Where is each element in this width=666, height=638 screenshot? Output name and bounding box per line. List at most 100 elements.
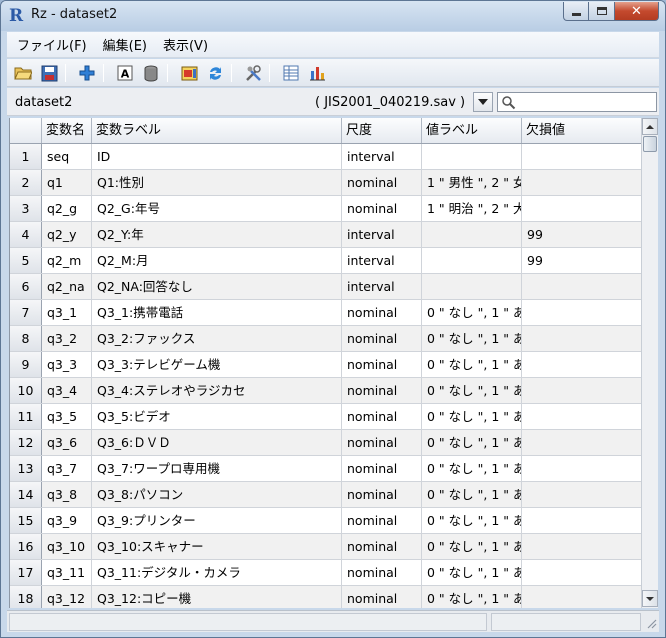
- cell-variable-name[interactable]: q3_11: [42, 560, 92, 585]
- cell-missing-values[interactable]: [522, 482, 641, 507]
- row-number[interactable]: 9: [10, 352, 42, 377]
- table-row[interactable]: 14 q3_8 Q3_8:パソコン nominal 0 " なし ", 1 " あ: [10, 482, 641, 508]
- cell-variable-label[interactable]: Q3_6:ＤＶＤ: [92, 430, 342, 455]
- cell-missing-values[interactable]: 99: [522, 248, 641, 273]
- cell-variable-name[interactable]: q3_9: [42, 508, 92, 533]
- cell-variable-label[interactable]: Q3_8:パソコン: [92, 482, 342, 507]
- cell-scale[interactable]: nominal: [342, 170, 422, 195]
- cell-missing-values[interactable]: [522, 534, 641, 559]
- cell-variable-label[interactable]: Q2_G:年号: [92, 196, 342, 221]
- cell-missing-values[interactable]: [522, 300, 641, 325]
- cell-value-labels[interactable]: 1 " 明治 ", 2 " 大: [422, 196, 522, 221]
- cell-missing-values[interactable]: [522, 456, 641, 481]
- cell-variable-label[interactable]: Q3_12:コピー機: [92, 586, 342, 608]
- cell-scale[interactable]: nominal: [342, 378, 422, 403]
- row-number[interactable]: 3: [10, 196, 42, 221]
- cell-missing-values[interactable]: [522, 326, 641, 351]
- vertical-scrollbar[interactable]: [641, 118, 658, 608]
- menu-file[interactable]: ファイル(F): [11, 35, 93, 54]
- cell-missing-values[interactable]: [522, 560, 641, 585]
- cell-scale[interactable]: nominal: [342, 560, 422, 585]
- column-header-missing[interactable]: 欠損値: [522, 118, 641, 143]
- row-number[interactable]: 6: [10, 274, 42, 299]
- cell-scale[interactable]: nominal: [342, 586, 422, 608]
- cell-missing-values[interactable]: [522, 274, 641, 299]
- cell-value-labels[interactable]: [422, 274, 522, 299]
- cell-variable-name[interactable]: q3_10: [42, 534, 92, 559]
- cell-variable-label[interactable]: Q3_10:スキャナー: [92, 534, 342, 559]
- cell-variable-label[interactable]: Q3_11:デジタル・カメラ: [92, 560, 342, 585]
- table-row[interactable]: 3 q2_g Q2_G:年号 nominal 1 " 明治 ", 2 " 大: [10, 196, 641, 222]
- cell-variable-label[interactable]: Q3_2:ファックス: [92, 326, 342, 351]
- cell-scale[interactable]: nominal: [342, 456, 422, 481]
- cell-scale[interactable]: nominal: [342, 196, 422, 221]
- close-button[interactable]: ✕: [615, 2, 659, 21]
- cell-variable-name[interactable]: q2_na: [42, 274, 92, 299]
- cell-missing-values[interactable]: [522, 586, 641, 608]
- row-number[interactable]: 15: [10, 508, 42, 533]
- table-row[interactable]: 16 q3_10 Q3_10:スキャナー nominal 0 " なし ", 1 " あ: [10, 534, 641, 560]
- cell-variable-label[interactable]: Q3_4:ステレオやラジカセ: [92, 378, 342, 403]
- cell-variable-name[interactable]: q3_4: [42, 378, 92, 403]
- table-row[interactable]: 15 q3_9 Q3_9:プリンター nominal 0 " なし ", 1 " あ: [10, 508, 641, 534]
- cell-value-labels[interactable]: 0 " なし ", 1 " あ: [422, 430, 522, 455]
- cell-scale[interactable]: nominal: [342, 430, 422, 455]
- cell-variable-label[interactable]: ID: [92, 144, 342, 169]
- cell-variable-label[interactable]: Q3_9:プリンター: [92, 508, 342, 533]
- table-row[interactable]: 6 q2_na Q2_NA:回答なし interval: [10, 274, 641, 300]
- menu-view[interactable]: 表示(V): [157, 35, 214, 54]
- cell-missing-values[interactable]: [522, 430, 641, 455]
- column-header-values[interactable]: 値ラベル: [422, 118, 522, 143]
- cell-value-labels[interactable]: [422, 144, 522, 169]
- cell-scale[interactable]: nominal: [342, 326, 422, 351]
- cell-variable-label[interactable]: Q2_Y:年: [92, 222, 342, 247]
- row-number[interactable]: 4: [10, 222, 42, 247]
- cell-variable-name[interactable]: q3_5: [42, 404, 92, 429]
- cell-variable-name[interactable]: q2_g: [42, 196, 92, 221]
- row-number[interactable]: 16: [10, 534, 42, 559]
- cell-variable-label[interactable]: Q3_1:携帯電話: [92, 300, 342, 325]
- table-row[interactable]: 5 q2_m Q2_M:月 interval 99: [10, 248, 641, 274]
- cell-variable-name[interactable]: q2_m: [42, 248, 92, 273]
- table-row[interactable]: 18 q3_12 Q3_12:コピー機 nominal 0 " なし ", 1 " あ: [10, 586, 641, 608]
- cell-variable-name[interactable]: q3_6: [42, 430, 92, 455]
- cell-value-labels[interactable]: 0 " なし ", 1 " あ: [422, 508, 522, 533]
- row-number[interactable]: 17: [10, 560, 42, 585]
- cell-variable-label[interactable]: Q3_7:ワープロ専用機: [92, 456, 342, 481]
- cell-value-labels[interactable]: 0 " なし ", 1 " あ: [422, 404, 522, 429]
- table-row[interactable]: 17 q3_11 Q3_11:デジタル・カメラ nominal 0 " なし ", 1 …: [10, 560, 641, 586]
- title-bar[interactable]: R Rz - dataset2 ✕: [1, 1, 665, 31]
- cell-value-labels[interactable]: 0 " なし ", 1 " あ: [422, 378, 522, 403]
- cell-missing-values[interactable]: [522, 404, 641, 429]
- row-number[interactable]: 1: [10, 144, 42, 169]
- search-input[interactable]: [518, 93, 654, 111]
- cell-variable-label[interactable]: Q2_M:月: [92, 248, 342, 273]
- table-row[interactable]: 8 q3_2 Q3_2:ファックス nominal 0 " なし ", 1 " あ: [10, 326, 641, 352]
- dataset-dropdown-button[interactable]: [473, 92, 493, 112]
- cell-variable-name[interactable]: q3_8: [42, 482, 92, 507]
- cell-value-labels[interactable]: 0 " なし ", 1 " あ: [422, 326, 522, 351]
- tools-icon[interactable]: [243, 63, 263, 83]
- cell-value-labels[interactable]: [422, 222, 522, 247]
- cell-value-labels[interactable]: 0 " なし ", 1 " あ: [422, 482, 522, 507]
- scroll-down-button[interactable]: [642, 590, 658, 607]
- column-header-label[interactable]: 変数ラベル: [92, 118, 342, 143]
- cell-value-labels[interactable]: 1 " 男性 ", 2 " 女: [422, 170, 522, 195]
- row-number[interactable]: 18: [10, 586, 42, 608]
- import-icon[interactable]: [179, 63, 199, 83]
- cell-value-labels[interactable]: 0 " なし ", 1 " あ: [422, 560, 522, 585]
- table-row[interactable]: 4 q2_y Q2_Y:年 interval 99: [10, 222, 641, 248]
- cell-value-labels[interactable]: [422, 248, 522, 273]
- text-label-icon[interactable]: A: [115, 63, 135, 83]
- cell-variable-label[interactable]: Q1:性別: [92, 170, 342, 195]
- cell-scale[interactable]: nominal: [342, 508, 422, 533]
- cell-scale[interactable]: interval: [342, 222, 422, 247]
- column-header-scale[interactable]: 尺度: [342, 118, 422, 143]
- cell-variable-label[interactable]: Q3_3:テレビゲーム機: [92, 352, 342, 377]
- cell-variable-name[interactable]: q3_1: [42, 300, 92, 325]
- scroll-thumb[interactable]: [643, 136, 657, 152]
- open-folder-icon[interactable]: [13, 63, 33, 83]
- cell-variable-name[interactable]: q3_12: [42, 586, 92, 608]
- cell-missing-values[interactable]: [522, 352, 641, 377]
- table-row[interactable]: 10 q3_4 Q3_4:ステレオやラジカセ nominal 0 " なし ", 1 "…: [10, 378, 641, 404]
